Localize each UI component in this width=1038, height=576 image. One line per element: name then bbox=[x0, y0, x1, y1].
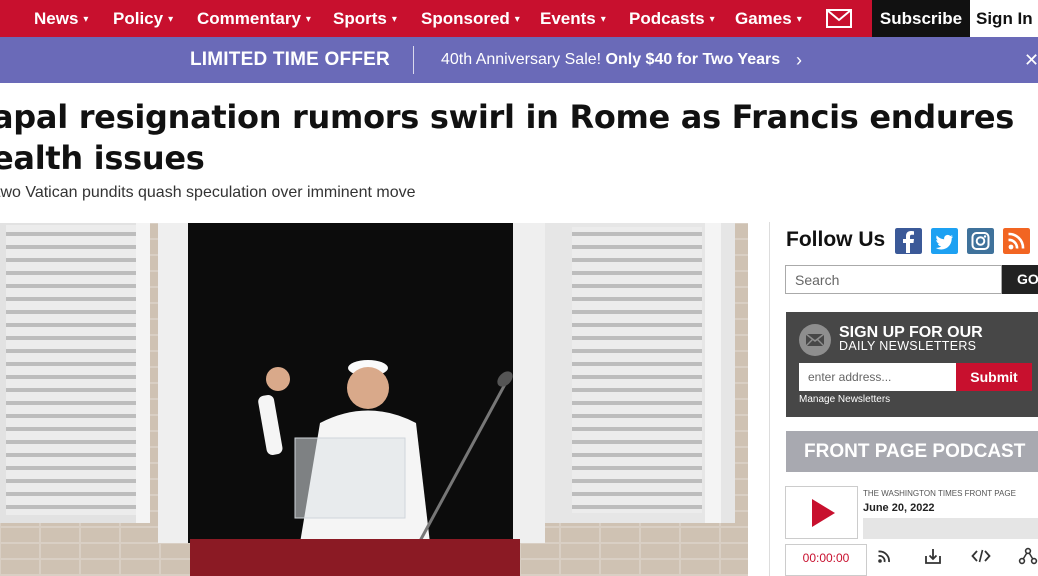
article-headline: apal resignation rumors swirl in Rome as… bbox=[0, 97, 1038, 179]
nav-item-games[interactable]: Games ▾ bbox=[735, 0, 802, 37]
search-input[interactable] bbox=[785, 265, 1002, 294]
promo-offer: Only $40 for Two Years bbox=[605, 51, 781, 68]
nav-item-sponsored[interactable]: Sponsored ▾ bbox=[421, 0, 520, 37]
promo-divider bbox=[413, 46, 414, 74]
nav-label: Sports bbox=[333, 9, 387, 28]
subscribe-feed-icon[interactable] bbox=[875, 547, 895, 565]
chevron-down-icon: ▾ bbox=[391, 14, 397, 25]
chevron-down-icon: ▾ bbox=[168, 14, 174, 25]
share-icon[interactable] bbox=[1018, 547, 1038, 565]
nav-item-events[interactable]: Events ▾ bbox=[540, 0, 606, 37]
promo-banner[interactable]: LIMITED TIME OFFER 40th Anniversary Sale… bbox=[0, 37, 1038, 83]
newsletter-subtitle: DAILY NEWSLETTERS bbox=[839, 339, 977, 353]
podcast-player: THE WASHINGTON TIMES FRONT PAGE June 20,… bbox=[785, 486, 1038, 576]
newsletter-submit-button[interactable]: Submit bbox=[956, 363, 1032, 391]
promo-lead: 40th Anniversary Sale! bbox=[441, 51, 602, 68]
sign-in-button[interactable]: Sign In bbox=[970, 0, 1038, 37]
rss-icon[interactable] bbox=[1003, 228, 1030, 254]
chevron-down-icon: ▾ bbox=[709, 14, 715, 25]
nav-label: Policy bbox=[113, 9, 164, 28]
nav-label: Commentary bbox=[197, 9, 301, 28]
play-icon bbox=[812, 499, 835, 527]
nav-item-policy[interactable]: Policy ▾ bbox=[113, 0, 173, 37]
follow-us-label: Follow Us bbox=[786, 228, 886, 251]
twitter-icon[interactable] bbox=[931, 228, 958, 254]
subscribe-button[interactable]: Subscribe bbox=[872, 0, 970, 37]
nav-label: Games bbox=[735, 9, 792, 28]
podcast-episode-date: June 20, 2022 bbox=[863, 502, 935, 514]
chevron-down-icon: ▾ bbox=[514, 14, 520, 25]
envelope-icon bbox=[799, 324, 831, 356]
podcast-time: 00:00:00 bbox=[785, 544, 867, 576]
facebook-icon[interactable] bbox=[895, 228, 922, 254]
headline-line: ealth issues bbox=[0, 139, 205, 177]
chevron-down-icon: ▾ bbox=[796, 14, 802, 25]
article-photo bbox=[0, 223, 748, 576]
nav-label: Events bbox=[540, 9, 596, 28]
chevron-down-icon: ▾ bbox=[600, 14, 606, 25]
chevron-right-icon[interactable]: › bbox=[796, 37, 802, 83]
promo-title: LIMITED TIME OFFER bbox=[190, 49, 390, 70]
nav-label: News bbox=[34, 9, 79, 28]
podcast-show-name: THE WASHINGTON TIMES FRONT PAGE bbox=[863, 489, 1016, 498]
promo-text[interactable]: 40th Anniversary Sale! Only $40 for Two … bbox=[441, 37, 780, 83]
chevron-down-icon: ▾ bbox=[305, 14, 311, 25]
chevron-down-icon: ▾ bbox=[83, 14, 89, 25]
instagram-icon[interactable] bbox=[967, 228, 994, 254]
manage-newsletters-link[interactable]: Manage Newsletters bbox=[799, 394, 890, 405]
play-button[interactable] bbox=[785, 486, 858, 539]
nav-item-commentary[interactable]: Commentary ▾ bbox=[197, 0, 311, 37]
nav-item-news[interactable]: News ▾ bbox=[34, 0, 88, 37]
top-nav-bar: News ▾ Policy ▾ Commentary ▾ Sports ▾ Sponso… bbox=[0, 0, 1038, 37]
search-go-button[interactable]: GO bbox=[1002, 265, 1038, 294]
nav-item-sports[interactable]: Sports ▾ bbox=[333, 0, 397, 37]
nav-item-podcasts[interactable]: Podcasts ▾ bbox=[629, 0, 715, 37]
newsletter-signup-box: SIGN UP FOR OUR DAILY NEWSLETTERS Submit… bbox=[786, 312, 1038, 417]
article-subhead: two Vatican pundits quash speculation ov… bbox=[0, 184, 416, 201]
nav-label: Sponsored bbox=[421, 9, 510, 28]
pope-window-photo bbox=[0, 223, 748, 576]
podcast-progress-bar[interactable] bbox=[863, 518, 1038, 539]
podcast-header[interactable]: FRONT PAGE PODCAST bbox=[786, 431, 1038, 472]
headline-line: apal resignation rumors swirl in Rome as… bbox=[0, 98, 1014, 136]
download-icon[interactable] bbox=[923, 547, 943, 565]
embed-code-icon[interactable] bbox=[971, 547, 991, 565]
sidebar-divider bbox=[769, 222, 770, 576]
newsletter-email-field[interactable] bbox=[799, 363, 956, 391]
mail-icon[interactable] bbox=[826, 9, 852, 28]
close-icon[interactable]: ✕ bbox=[1024, 37, 1038, 83]
nav-label: Podcasts bbox=[629, 9, 705, 28]
